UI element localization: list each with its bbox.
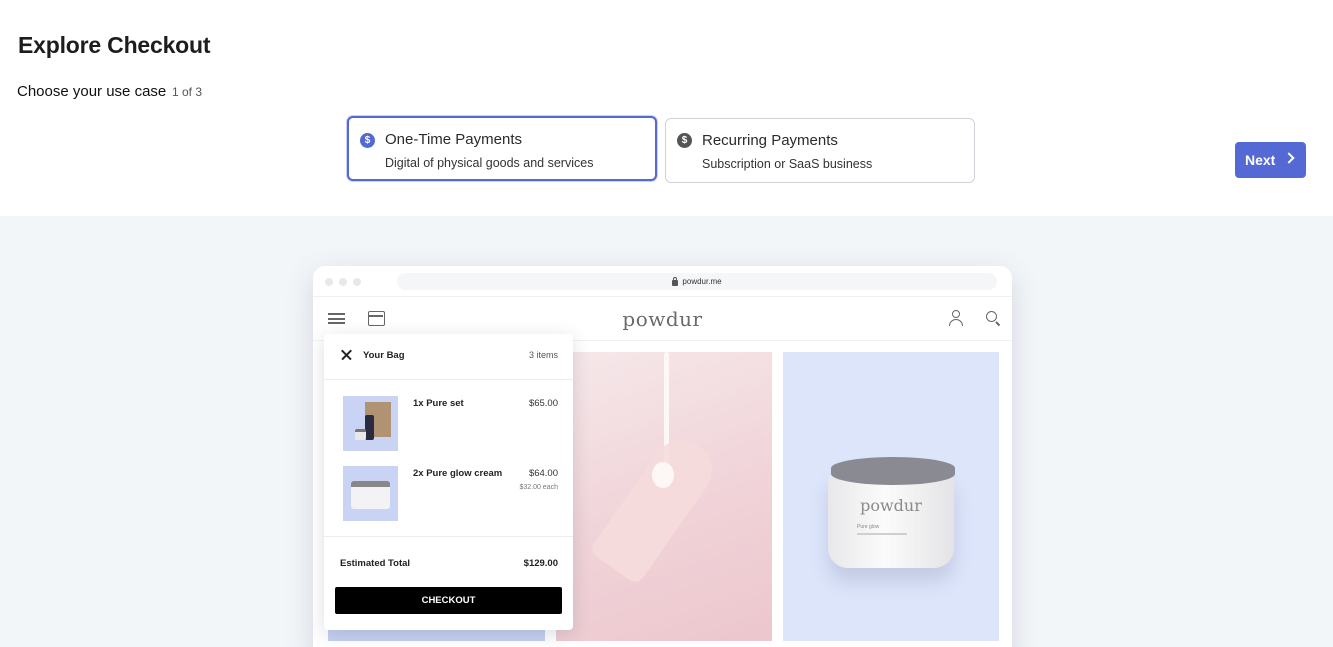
- jar-label-line: [857, 533, 907, 535]
- item-price: $64.00: [528, 468, 558, 479]
- item-name: 2x Pure glow cream: [413, 468, 503, 479]
- option-title: Recurring Payments: [702, 132, 838, 149]
- tube-shape: [365, 415, 374, 440]
- next-label: Next: [1245, 152, 1276, 168]
- next-button[interactable]: Next: [1235, 142, 1306, 178]
- option-one-time-payments[interactable]: $ One-Time Payments Digital of physical …: [347, 116, 657, 181]
- cream-jar-shape: [351, 481, 390, 509]
- dollar-icon: $: [360, 133, 375, 148]
- cream-blob-shape: [652, 462, 674, 488]
- item-name: 1x Pure set: [413, 398, 464, 409]
- url-bar: powdur.me: [397, 273, 997, 290]
- hand-cream-image: [556, 352, 772, 641]
- bag-panel: Your Bag 3 items 1x Pure set $65.00 2x P…: [324, 334, 573, 630]
- jar-brand: powdur: [860, 496, 922, 515]
- browser-toolbar: powdur.me: [313, 266, 1012, 297]
- item-price: $65.00: [528, 398, 558, 409]
- browser-mockup: powdur.me powdur powdur Pure glow Your B…: [313, 266, 1012, 647]
- hand-shape: [588, 428, 724, 586]
- option-description: Subscription or SaaS business: [702, 157, 873, 171]
- window-dot-icon: [339, 278, 347, 286]
- option-recurring-payments[interactable]: $ Recurring Payments Subscription or Saa…: [665, 118, 975, 183]
- lock-icon: [672, 276, 679, 286]
- bag-title: Your Bag: [363, 350, 405, 361]
- total-label: Estimated Total: [340, 558, 411, 569]
- dollar-icon: $: [677, 133, 692, 148]
- close-icon[interactable]: [341, 349, 352, 360]
- checkout-button[interactable]: CHECKOUT: [335, 587, 562, 614]
- bag-item: 2x Pure glow cream $64.00 $32.00 each: [343, 466, 558, 522]
- page-title: Explore Checkout: [18, 32, 211, 58]
- bag-item: 1x Pure set $65.00: [343, 396, 558, 452]
- item-unit-price: $32.00 each: [519, 484, 558, 491]
- store-brand: powdur: [622, 307, 703, 331]
- use-case-subtitle: Choose your use case: [17, 83, 167, 100]
- cream-thumbnail: [343, 466, 398, 521]
- total-value: $129.00: [523, 558, 558, 569]
- search-icon: [986, 311, 997, 322]
- divider: [324, 536, 573, 537]
- user-icon: [949, 310, 963, 326]
- option-description: Digital of physical goods and services: [385, 156, 594, 170]
- url-text: powdur.me: [682, 277, 722, 286]
- bag-header: Your Bag 3 items: [324, 334, 573, 380]
- chevron-right-icon: [1283, 152, 1295, 164]
- step-indicator: 1 of 3: [172, 85, 203, 99]
- option-title: One-Time Payments: [385, 131, 522, 148]
- jar-label: Pure glow: [857, 524, 880, 530]
- jar-image: powdur Pure glow: [783, 352, 999, 641]
- jar-body: powdur Pure glow: [828, 472, 954, 568]
- jar-lid: [831, 457, 955, 485]
- mini-jar-shape: [355, 429, 366, 440]
- window-dot-icon: [325, 278, 333, 286]
- window-dot-icon: [353, 278, 361, 286]
- pure-set-thumbnail: [343, 396, 398, 451]
- bag-count: 3 items: [528, 350, 558, 360]
